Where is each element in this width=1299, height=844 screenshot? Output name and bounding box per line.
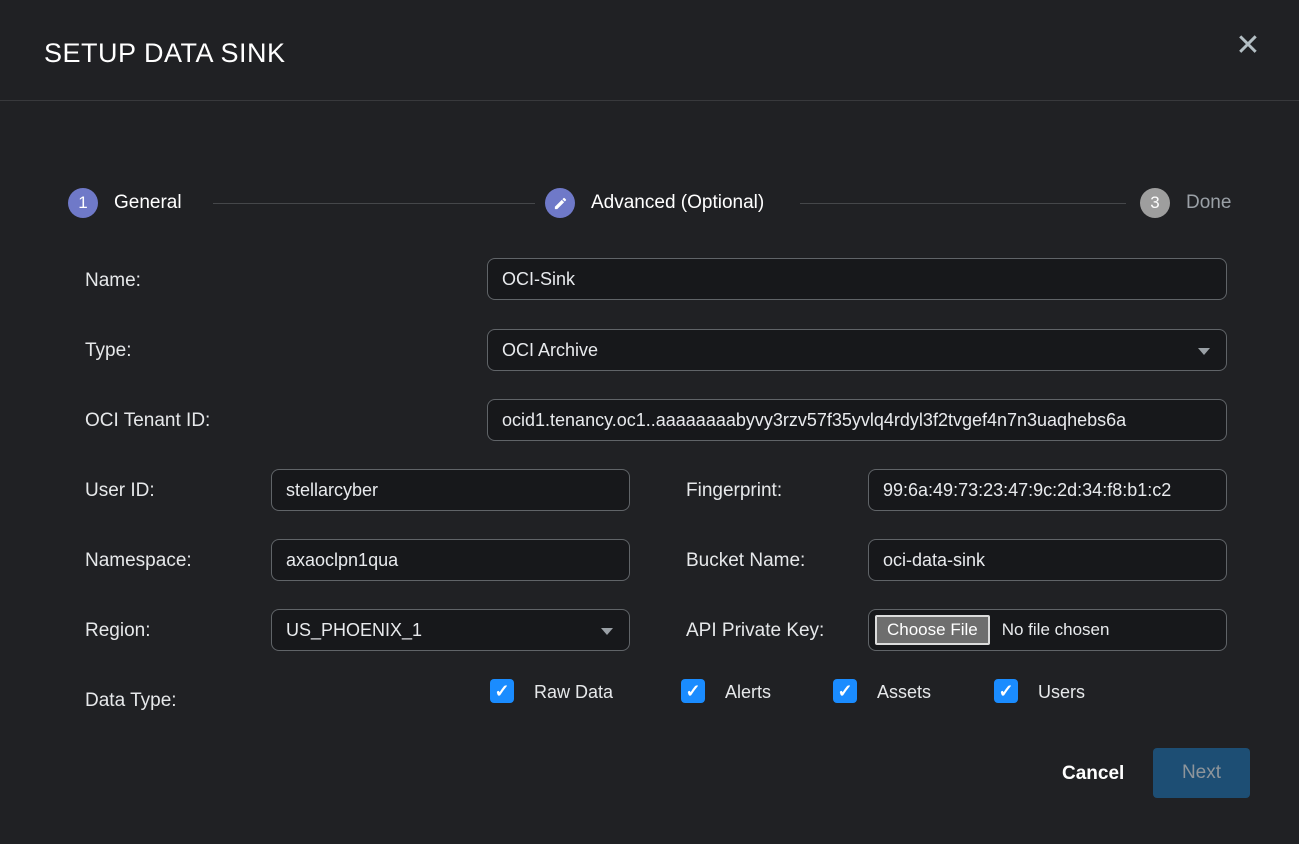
- step-label-advanced: Advanced (Optional): [591, 192, 764, 214]
- region-dropdown-value: US_PHOENIX_1: [286, 620, 422, 641]
- step-number: 1: [78, 193, 87, 213]
- oci-tenant-id-input[interactable]: [487, 399, 1227, 441]
- step-label-done: Done: [1186, 192, 1231, 214]
- data-type-label: Data Type:: [85, 690, 177, 712]
- bucket-name-input[interactable]: [868, 539, 1227, 581]
- step-indicator-done[interactable]: 3: [1140, 188, 1170, 218]
- step-label-general: General: [114, 192, 182, 214]
- user-id-input[interactable]: [271, 469, 630, 511]
- next-button[interactable]: Next: [1153, 748, 1250, 798]
- region-label: Region:: [85, 620, 151, 642]
- oci-tenant-id-label: OCI Tenant ID:: [85, 410, 210, 432]
- name-label: Name:: [85, 270, 141, 292]
- dialog-title: SETUP DATA SINK: [44, 38, 286, 69]
- step-indicator-general[interactable]: 1: [68, 188, 98, 218]
- fingerprint-input[interactable]: [868, 469, 1227, 511]
- checkmark-icon: ✓: [837, 681, 852, 702]
- checkmark-icon: ✓: [494, 681, 509, 702]
- fingerprint-label: Fingerprint:: [686, 480, 782, 502]
- checkbox-alerts-label: Alerts: [725, 682, 771, 703]
- api-private-key-file-input[interactable]: Choose File No file chosen: [868, 609, 1227, 651]
- step-indicator-advanced[interactable]: [545, 188, 575, 218]
- cancel-button[interactable]: Cancel: [1050, 759, 1136, 789]
- setup-data-sink-dialog: SETUP DATA SINK ✕ 1 General Advanced (Op…: [0, 0, 1299, 844]
- type-dropdown[interactable]: OCI Archive: [487, 329, 1227, 371]
- type-label: Type:: [85, 340, 131, 362]
- caret-down-icon: [601, 628, 613, 635]
- checkbox-alerts[interactable]: ✓: [681, 679, 705, 703]
- type-dropdown-value: OCI Archive: [502, 340, 598, 361]
- stepper-connector: [800, 203, 1126, 204]
- checkbox-users-label: Users: [1038, 682, 1085, 703]
- header-divider: [0, 100, 1299, 101]
- checkbox-raw-data[interactable]: ✓: [490, 679, 514, 703]
- api-private-key-label: API Private Key:: [686, 620, 824, 642]
- checkmark-icon: ✓: [685, 681, 700, 702]
- step-number: 3: [1150, 193, 1159, 213]
- bucket-name-label: Bucket Name:: [686, 550, 805, 572]
- region-dropdown[interactable]: US_PHOENIX_1: [271, 609, 630, 651]
- checkbox-assets-label: Assets: [877, 682, 931, 703]
- caret-down-icon: [1198, 348, 1210, 355]
- name-input[interactable]: [487, 258, 1227, 300]
- namespace-label: Namespace:: [85, 550, 192, 572]
- stepper-connector: [213, 203, 535, 204]
- checkmark-icon: ✓: [998, 681, 1013, 702]
- user-id-label: User ID:: [85, 480, 155, 502]
- file-status-text: No file chosen: [1002, 620, 1110, 640]
- choose-file-button[interactable]: Choose File: [875, 615, 990, 645]
- checkbox-raw-data-label: Raw Data: [534, 682, 613, 703]
- close-icon[interactable]: ✕: [1224, 22, 1272, 70]
- pencil-icon: [553, 196, 568, 211]
- checkbox-assets[interactable]: ✓: [833, 679, 857, 703]
- checkbox-users[interactable]: ✓: [994, 679, 1018, 703]
- namespace-input[interactable]: [271, 539, 630, 581]
